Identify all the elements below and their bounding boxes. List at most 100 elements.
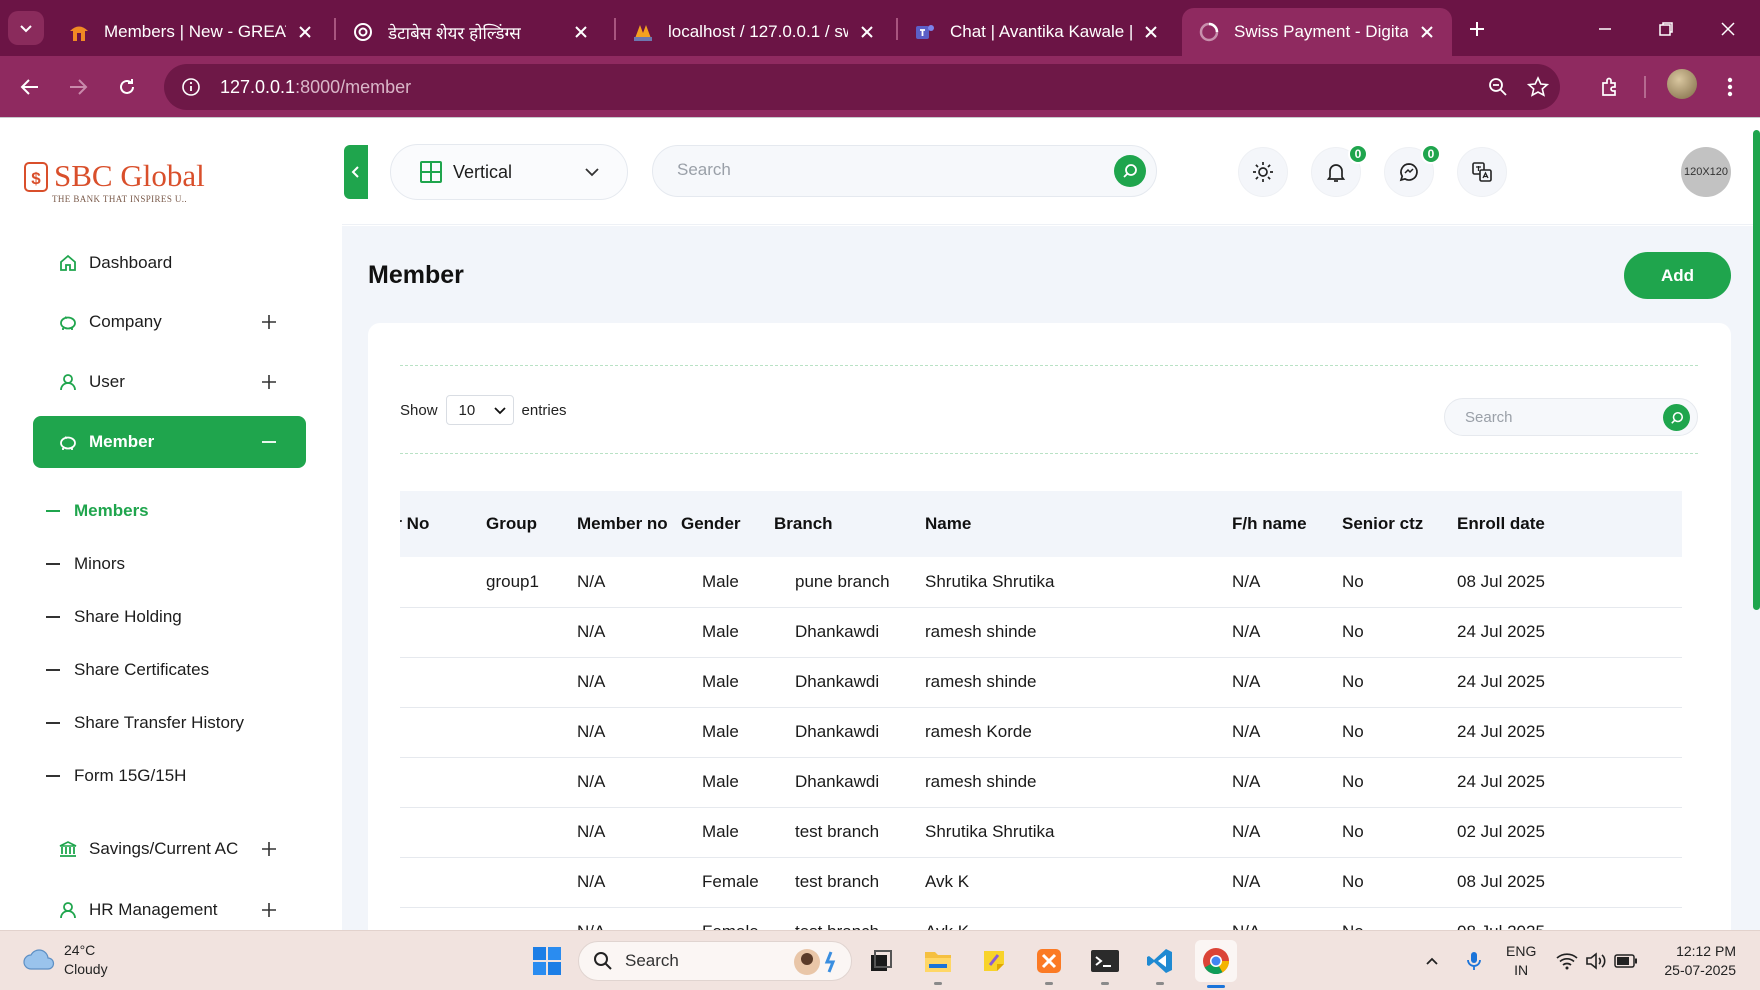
column-header-enroll-date[interactable]: Enroll date (1457, 491, 1682, 557)
table-row[interactable]: 8N/AFemaletest branchAvk KN/ANo08 Jul 20… (400, 907, 1682, 930)
browser-menu-button[interactable] (1714, 71, 1746, 103)
new-tab-button[interactable] (1462, 14, 1492, 44)
sticky-notes-app[interactable] (976, 943, 1012, 979)
restore-button[interactable] (1651, 14, 1681, 44)
table-search-button[interactable] (1663, 404, 1690, 431)
user-avatar[interactable]: 120X120 (1681, 147, 1731, 197)
profile-avatar[interactable] (1667, 69, 1697, 99)
table-row[interactable]: 1group1N/AMalepune branchShrutika Shruti… (400, 557, 1682, 608)
sidebar-item-hr-management[interactable]: HR Management (33, 884, 306, 936)
table-row[interactable]: 3N/AMaleDhankawdiramesh shindeN/ANo24 Ju… (400, 657, 1682, 708)
browser-tab-teams[interactable]: Chat | Avantika Kawale | M (898, 8, 1176, 56)
volume-tray[interactable] (1584, 949, 1608, 973)
windows-start-icon[interactable] (532, 946, 562, 976)
show-hidden-icons[interactable] (1420, 949, 1444, 973)
sidebar-item-user[interactable]: User (33, 356, 306, 408)
cell-senior-ctz: No (1342, 807, 1457, 858)
minus-icon[interactable] (258, 431, 280, 453)
tab-search-button[interactable] (8, 11, 44, 45)
xampp-app[interactable] (1031, 943, 1067, 985)
logo[interactable]: $ SBC Global THE BANK THAT INSPIRES U.. (24, 158, 214, 208)
header-search-input[interactable] (677, 160, 1077, 180)
close-icon[interactable] (570, 21, 592, 43)
browser-tab-shareholdings[interactable]: डेटाबेस शेयर होल्डिंग्स (336, 8, 606, 56)
sidebar-item-company[interactable]: Company (33, 296, 306, 348)
sidebar-subitem-members[interactable]: Members (46, 496, 149, 526)
sidebar-item-member[interactable]: Member (33, 416, 306, 468)
back-button[interactable] (14, 71, 46, 103)
language-indicator[interactable]: ENG IN (1506, 942, 1536, 980)
column-header-sr-no[interactable]: Sr No (400, 491, 486, 557)
extensions-button[interactable] (1594, 71, 1626, 103)
browser-tab-members[interactable]: Members | New - GREAT (52, 8, 330, 56)
sidebar-subitem-minors[interactable]: Minors (46, 549, 125, 579)
column-header-gender[interactable]: Gender (681, 491, 774, 557)
cell-fh-name: N/A (1232, 607, 1342, 658)
minimize-button[interactable] (1590, 14, 1620, 44)
grid-icon (420, 161, 442, 183)
close-icon[interactable] (856, 21, 878, 43)
plus-icon[interactable] (258, 311, 280, 333)
table-row[interactable]: 5N/AMaleDhankawdiramesh shindeN/ANo24 Ju… (400, 757, 1682, 808)
plus-icon[interactable] (258, 838, 280, 860)
page-scrollbar[interactable] (1753, 130, 1760, 610)
forward-button[interactable] (62, 71, 94, 103)
weather-widget[interactable]: 24°C Cloudy (22, 941, 108, 979)
sidebar-item-savings-current-ac[interactable]: Savings/Current AC (33, 823, 306, 875)
wifi-tray[interactable] (1555, 949, 1579, 973)
plus-icon[interactable] (258, 899, 280, 921)
browser-tab-phpmyadmin[interactable]: localhost / 127.0.0.1 / swi (616, 8, 892, 56)
reload-button[interactable] (111, 71, 143, 103)
column-header-group[interactable]: Group (486, 491, 577, 557)
add-member-button[interactable]: Add (1624, 252, 1731, 299)
sidebar-subitem-share-holding[interactable]: Share Holding (46, 602, 182, 632)
table-row[interactable]: 2N/AMaleDhankawdiramesh shindeN/ANo24 Ju… (400, 607, 1682, 658)
tab-title: Members | New - GREAT (104, 22, 286, 41)
vscode-app[interactable] (1142, 943, 1178, 985)
column-header-member-no[interactable]: Member no (577, 491, 681, 557)
zoom-icon[interactable] (1486, 75, 1510, 99)
layout-select[interactable]: Vertical (390, 144, 628, 200)
table-search-input[interactable] (1465, 409, 1645, 426)
table-row[interactable]: 7N/AFemaletest branchAvk KN/ANo08 Jul 20… (400, 857, 1682, 908)
plus-icon[interactable] (258, 371, 280, 393)
taskbar-search[interactable]: Search (578, 941, 852, 981)
sidebar-subitem-share-transfer-history[interactable]: Share Transfer History (46, 708, 244, 738)
sidebar-collapse-button[interactable] (344, 145, 368, 199)
chrome-app[interactable] (1195, 940, 1237, 988)
cell-branch: pune branch (774, 557, 925, 608)
browser-tab-swiss-payment[interactable]: Swiss Payment - Digital B (1182, 8, 1452, 56)
sidebar-item-dashboard[interactable]: Dashboard (33, 237, 306, 289)
sidebar-subitem-form-15g-15h[interactable]: Form 15G/15H (46, 761, 186, 791)
notifications-button[interactable]: 0 (1311, 144, 1368, 197)
column-header-senior-ctz[interactable]: Senior ctz (1342, 491, 1457, 557)
close-icon[interactable] (1140, 21, 1162, 43)
file-explorer-app[interactable] (920, 943, 956, 985)
cell-group (486, 807, 577, 858)
microphone-tray[interactable] (1462, 949, 1486, 973)
table-row[interactable]: 6N/AMaletest branchShrutika ShrutikaN/AN… (400, 807, 1682, 858)
column-header-name[interactable]: Name (925, 491, 1232, 557)
table-search (1444, 398, 1698, 436)
theme-toggle-button[interactable] (1238, 147, 1288, 197)
site-info-icon[interactable] (178, 74, 204, 100)
terminal-app[interactable] (1087, 943, 1123, 985)
close-window-button[interactable] (1713, 14, 1743, 44)
messages-button[interactable]: 0 (1384, 144, 1441, 197)
entries-select[interactable]: 10 (445, 395, 514, 425)
table-row[interactable]: 4N/AMaleDhankawdiramesh KordeN/ANo24 Jul… (400, 707, 1682, 758)
close-icon[interactable] (294, 21, 316, 43)
address-bar[interactable]: 127.0.0.1:8000/member (164, 64, 1560, 110)
bookmark-star-icon[interactable] (1526, 75, 1550, 99)
system-clock[interactable]: 12:12 PM 25-07-2025 (1622, 942, 1736, 980)
column-header-branch[interactable]: Branch (774, 491, 925, 557)
header-search-button[interactable] (1114, 155, 1146, 187)
close-icon[interactable] (1416, 21, 1438, 43)
translate-button[interactable] (1457, 147, 1507, 197)
column-header-fh-name[interactable]: F/h name (1232, 491, 1342, 557)
sidebar-subitem-share-certificates[interactable]: Share Certificates (46, 655, 209, 685)
wifi-icon (1556, 953, 1578, 970)
browser-toolbar: 127.0.0.1:8000/member (0, 56, 1760, 118)
task-view-app[interactable] (862, 943, 898, 979)
cell-sr-no: 3 (400, 657, 486, 708)
